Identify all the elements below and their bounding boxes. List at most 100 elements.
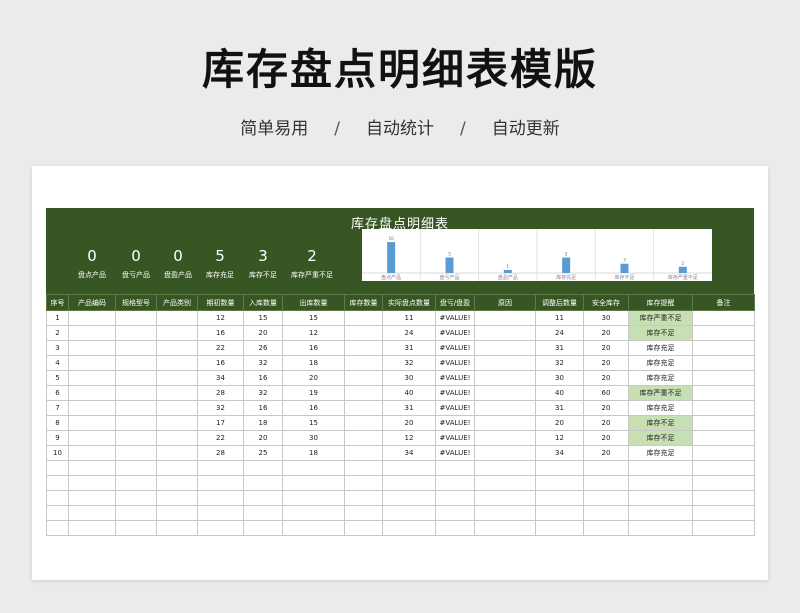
table-cell[interactable] [628, 490, 693, 506]
table-cell[interactable]: 8 [46, 415, 69, 431]
table-cell[interactable] [68, 340, 116, 356]
table-cell[interactable]: 28 [197, 385, 244, 401]
table-cell[interactable] [474, 370, 536, 386]
column-header[interactable]: 产品类别 [156, 294, 198, 311]
table-cell[interactable] [344, 340, 383, 356]
table-cell[interactable] [692, 505, 755, 521]
table-cell[interactable] [474, 490, 536, 506]
table-cell[interactable] [344, 370, 383, 386]
table-cell[interactable] [115, 400, 157, 416]
column-header[interactable]: 安全库存 [583, 294, 629, 311]
table-cell[interactable]: 2 [46, 325, 69, 341]
table-cell[interactable]: 32 [535, 355, 584, 371]
table-cell[interactable] [474, 310, 536, 326]
table-cell[interactable]: 24 [535, 325, 584, 341]
table-cell[interactable] [474, 445, 536, 461]
table-cell[interactable]: 20 [282, 370, 345, 386]
table-cell[interactable]: #VALUE! [435, 400, 475, 416]
table-cell[interactable]: 11 [382, 310, 436, 326]
table-cell[interactable] [197, 520, 244, 536]
table-cell[interactable] [344, 430, 383, 446]
table-cell[interactable] [46, 490, 69, 506]
table-cell[interactable] [115, 325, 157, 341]
table-cell[interactable]: 12 [282, 325, 345, 341]
table-cell[interactable]: 库存充足 [628, 355, 693, 371]
table-cell[interactable]: 20 [535, 415, 584, 431]
table-cell[interactable]: 16 [282, 400, 345, 416]
table-cell[interactable]: 26 [243, 340, 283, 356]
table-cell[interactable]: 31 [382, 340, 436, 356]
table-cell[interactable] [692, 385, 755, 401]
table-cell[interactable] [156, 520, 198, 536]
column-header[interactable]: 出库数量 [282, 294, 345, 311]
table-cell[interactable] [692, 475, 755, 491]
table-cell[interactable] [474, 430, 536, 446]
table-cell[interactable] [692, 445, 755, 461]
column-header[interactable]: 备注 [692, 294, 755, 311]
table-cell[interactable]: 15 [282, 415, 345, 431]
table-cell[interactable]: 28 [197, 445, 244, 461]
table-cell[interactable] [156, 310, 198, 326]
table-cell[interactable]: 34 [535, 445, 584, 461]
table-cell[interactable] [692, 340, 755, 356]
table-cell[interactable]: 6 [46, 385, 69, 401]
table-cell[interactable] [115, 370, 157, 386]
table-cell[interactable] [282, 490, 345, 506]
table-cell[interactable] [156, 355, 198, 371]
table-cell[interactable] [344, 475, 383, 491]
table-cell[interactable]: 20 [583, 370, 629, 386]
table-cell[interactable] [68, 505, 116, 521]
table-cell[interactable]: 库存严重不足 [628, 385, 693, 401]
table-cell[interactable] [156, 370, 198, 386]
table-cell[interactable]: 库存不足 [628, 430, 693, 446]
table-cell[interactable] [474, 520, 536, 536]
table-cell[interactable] [46, 505, 69, 521]
table-cell[interactable] [535, 505, 584, 521]
table-cell[interactable] [435, 490, 475, 506]
table-cell[interactable] [382, 505, 436, 521]
table-cell[interactable] [243, 520, 283, 536]
table-cell[interactable] [474, 400, 536, 416]
table-cell[interactable]: #VALUE! [435, 430, 475, 446]
table-cell[interactable]: 30 [535, 370, 584, 386]
table-cell[interactable] [692, 430, 755, 446]
table-cell[interactable]: 20 [243, 325, 283, 341]
table-cell[interactable] [282, 505, 345, 521]
table-cell[interactable]: 18 [282, 355, 345, 371]
table-cell[interactable]: #VALUE! [435, 310, 475, 326]
table-cell[interactable] [156, 445, 198, 461]
table-cell[interactable] [692, 520, 755, 536]
table-cell[interactable]: 10 [46, 445, 69, 461]
table-cell[interactable]: 16 [243, 400, 283, 416]
table-cell[interactable] [583, 505, 629, 521]
table-cell[interactable]: 22 [197, 340, 244, 356]
table-cell[interactable] [115, 460, 157, 476]
table-cell[interactable] [115, 445, 157, 461]
table-cell[interactable]: 40 [535, 385, 584, 401]
table-cell[interactable] [474, 340, 536, 356]
table-cell[interactable] [474, 415, 536, 431]
table-cell[interactable]: 库存不足 [628, 325, 693, 341]
table-cell[interactable]: 4 [46, 355, 69, 371]
column-header[interactable]: 期初数量 [197, 294, 244, 311]
table-cell[interactable] [344, 445, 383, 461]
table-cell[interactable] [344, 505, 383, 521]
table-cell[interactable] [382, 475, 436, 491]
table-cell[interactable] [68, 445, 116, 461]
table-cell[interactable]: 20 [382, 415, 436, 431]
table-cell[interactable] [628, 520, 693, 536]
table-cell[interactable] [344, 460, 383, 476]
table-cell[interactable]: 15 [243, 310, 283, 326]
table-cell[interactable] [628, 475, 693, 491]
table-cell[interactable] [115, 490, 157, 506]
table-cell[interactable] [156, 475, 198, 491]
table-cell[interactable]: 20 [583, 325, 629, 341]
column-header[interactable]: 序号 [46, 294, 69, 311]
table-cell[interactable]: 24 [382, 325, 436, 341]
table-cell[interactable]: 库存充足 [628, 400, 693, 416]
table-cell[interactable] [583, 490, 629, 506]
column-header[interactable]: 盘亏/盘盈 [435, 294, 475, 311]
table-cell[interactable] [344, 415, 383, 431]
table-cell[interactable] [692, 355, 755, 371]
table-cell[interactable]: 32 [382, 355, 436, 371]
